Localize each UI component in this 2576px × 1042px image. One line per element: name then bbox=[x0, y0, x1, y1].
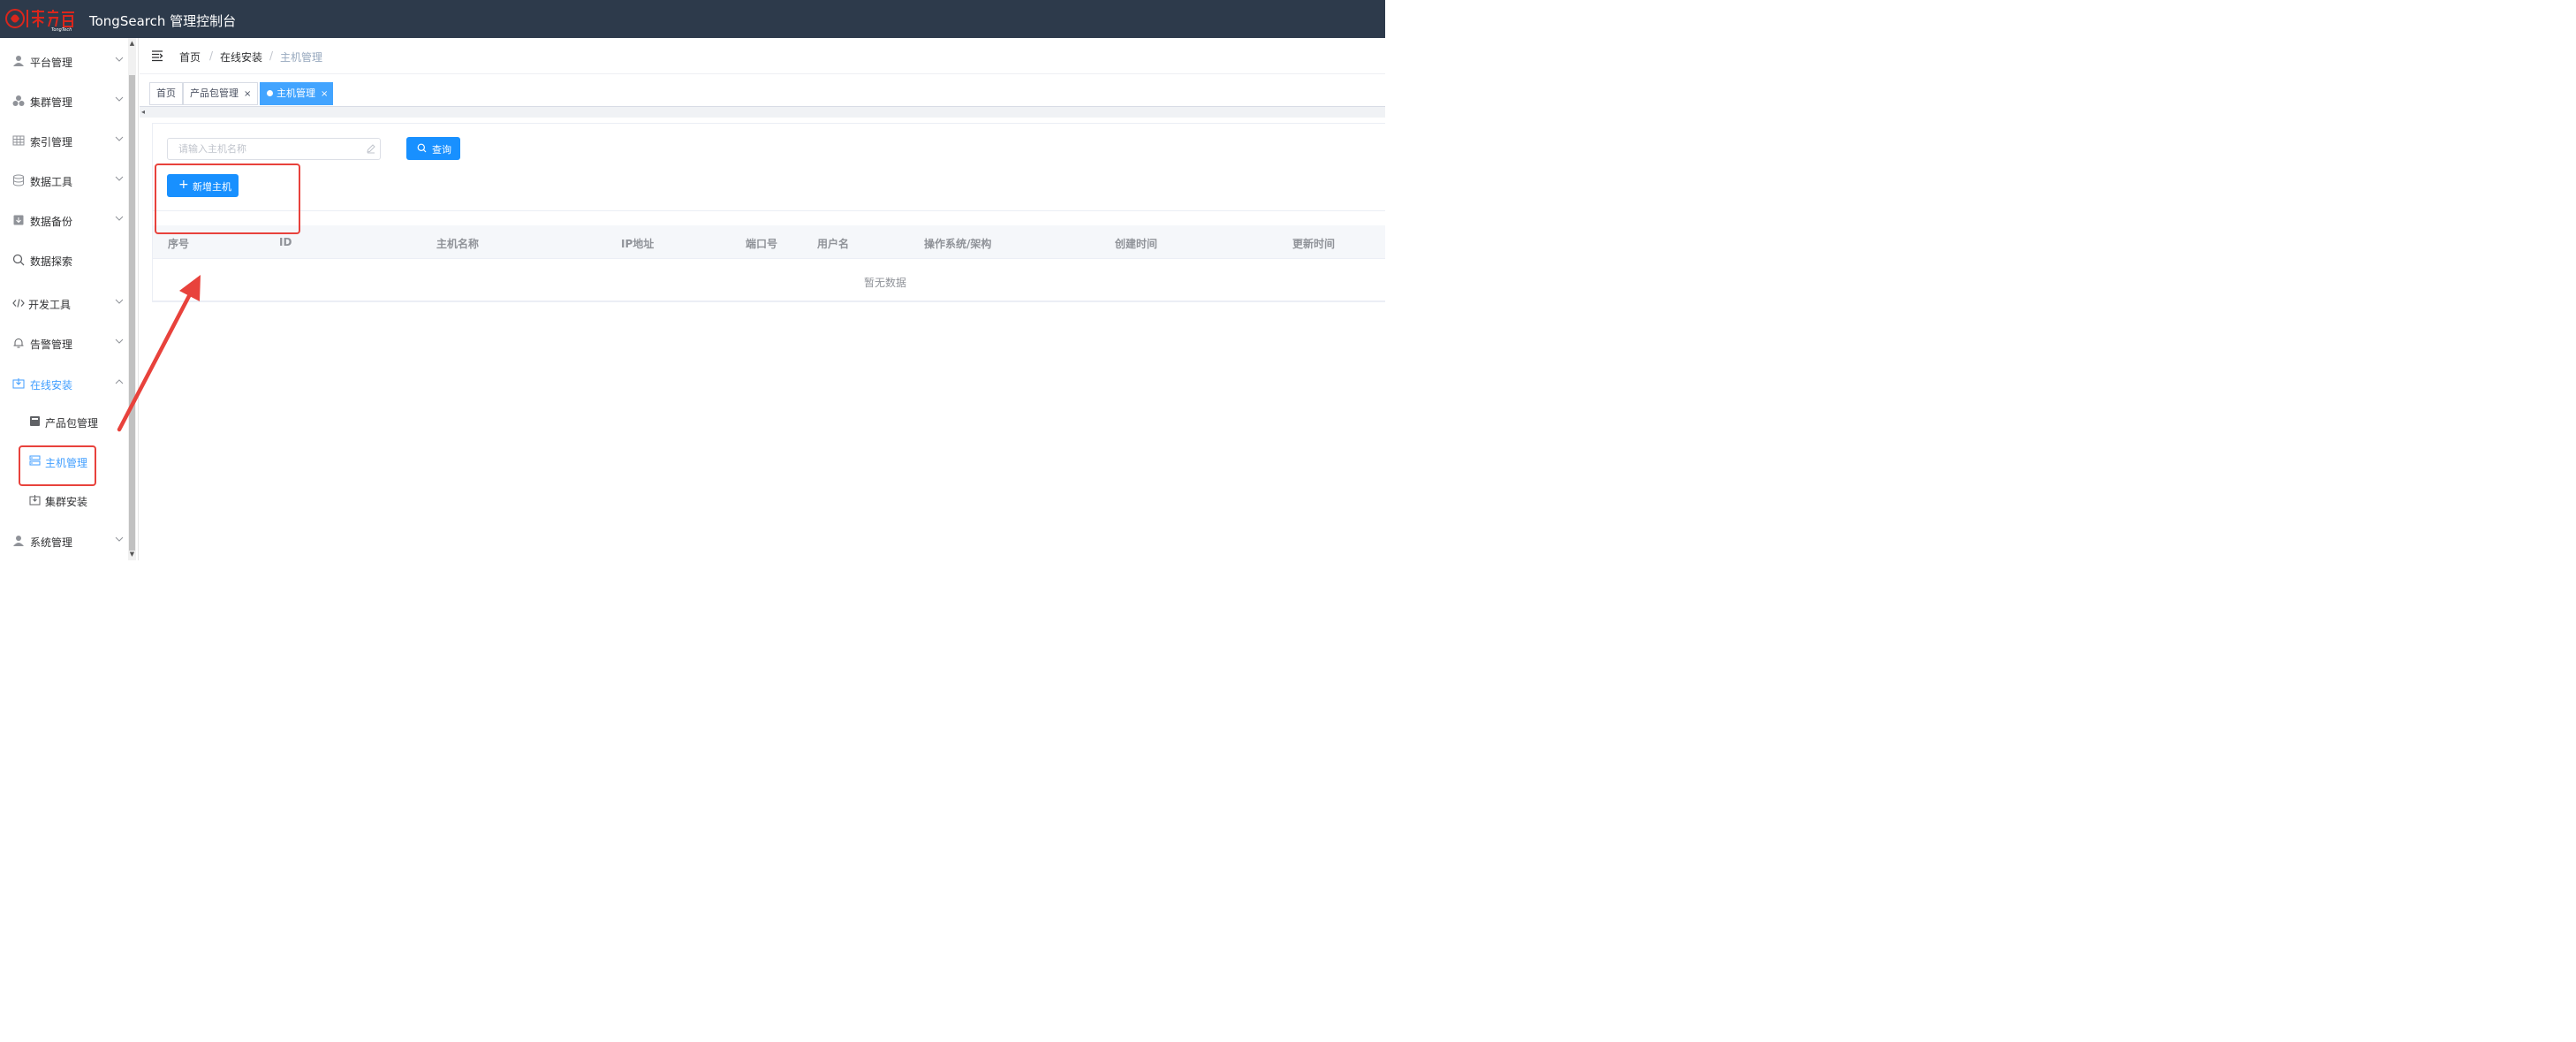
tag-label: 首页 bbox=[156, 87, 176, 99]
scroll-down-arrow-icon[interactable]: ▼ bbox=[128, 551, 136, 558]
breadcrumb-separator: / bbox=[209, 49, 214, 62]
add-host-button-label: 新增主机 bbox=[193, 181, 231, 193]
tag-label: 产品包管理 bbox=[190, 87, 239, 99]
sidebar-item-data-explore[interactable]: 数据探索 bbox=[0, 243, 128, 278]
database-icon bbox=[13, 174, 24, 186]
chevron-down-icon bbox=[115, 96, 124, 102]
tag-label: 主机管理 bbox=[277, 87, 315, 99]
sidebar-item-index[interactable]: 索引管理 bbox=[0, 124, 128, 159]
close-icon[interactable]: × bbox=[244, 89, 251, 99]
navbar: 首页 / 在线安装 / 主机管理 bbox=[140, 38, 1385, 74]
cluster-icon bbox=[12, 95, 25, 106]
table-bottom-border bbox=[153, 300, 1385, 301]
host-icon bbox=[29, 455, 41, 466]
column-header[interactable]: ID bbox=[279, 236, 292, 248]
search-icon bbox=[12, 254, 25, 266]
column-header[interactable]: 序号 bbox=[168, 236, 189, 251]
breadcrumb-separator: / bbox=[269, 49, 274, 62]
user-icon bbox=[13, 56, 24, 66]
breadcrumb-online-install[interactable]: 在线安装 bbox=[220, 49, 262, 65]
host-name-search-input[interactable] bbox=[168, 139, 345, 159]
scrollbar-thumb[interactable] bbox=[129, 75, 135, 551]
sidebar-item-label: 告警管理 bbox=[30, 338, 73, 351]
sidebar-item-label: 索引管理 bbox=[30, 136, 73, 148]
tags-view: 首页 产品包管理 × 主机管理 × bbox=[140, 75, 1385, 107]
chevron-down-icon bbox=[115, 136, 124, 141]
table-icon bbox=[12, 135, 25, 146]
column-header[interactable]: IP地址 bbox=[621, 236, 654, 251]
column-header[interactable]: 端口号 bbox=[746, 236, 777, 251]
sidebar: 平台管理 集群管理 索引管理 数据工具 数据备份 数据探索 开发工具 告警管理 bbox=[0, 38, 139, 560]
sidebar-item-data-tools[interactable]: 数据工具 bbox=[0, 164, 128, 199]
chevron-up-icon bbox=[115, 379, 124, 384]
close-icon[interactable]: × bbox=[321, 89, 328, 99]
chevron-down-icon bbox=[115, 176, 124, 181]
sidebar-item-label: 数据探索 bbox=[30, 255, 73, 268]
search-icon bbox=[417, 143, 427, 153]
sidebar-item-platform[interactable]: 平台管理 bbox=[0, 44, 128, 80]
tag-package-management[interactable]: 产品包管理 × bbox=[183, 82, 259, 105]
tag-home[interactable]: 首页 bbox=[149, 82, 183, 105]
column-header[interactable]: 主机名称 bbox=[436, 236, 479, 251]
user-icon bbox=[13, 536, 24, 546]
app-title: TongSearch 管理控制台 bbox=[89, 13, 237, 29]
sidebar-subitem-host[interactable]: 主机管理 bbox=[0, 445, 128, 480]
sidebar-item-system[interactable]: 系统管理 bbox=[0, 524, 128, 559]
download-box-icon bbox=[29, 495, 41, 506]
sidebar-item-dev-tools[interactable]: 开发工具 bbox=[0, 286, 128, 322]
archive-icon bbox=[13, 215, 24, 225]
add-host-button[interactable]: + 新增主机 bbox=[167, 174, 239, 197]
breadcrumb-current: 主机管理 bbox=[280, 51, 323, 64]
tag-host-management[interactable]: 主机管理 × bbox=[260, 82, 333, 105]
sidebar-subitem-label: 主机管理 bbox=[45, 457, 88, 469]
edit-icon bbox=[367, 144, 375, 154]
hamburger-icon[interactable] bbox=[151, 49, 163, 62]
sidebar-subitem-cluster-install[interactable]: 集群安装 bbox=[0, 483, 128, 519]
code-icon bbox=[12, 299, 25, 308]
tongtech-logo: TongTech bbox=[5, 9, 74, 32]
bell-icon bbox=[13, 338, 24, 348]
install-icon bbox=[12, 378, 25, 389]
content-top-strip: ◂ bbox=[140, 107, 1385, 118]
chevron-down-icon bbox=[115, 216, 124, 221]
sidebar-subitem-package[interactable]: 产品包管理 bbox=[0, 405, 128, 440]
svg-text:TongTech: TongTech bbox=[51, 27, 72, 32]
chevron-down-icon bbox=[115, 536, 124, 542]
query-button[interactable]: 查询 bbox=[406, 137, 460, 160]
caret-left-icon[interactable]: ◂ bbox=[141, 108, 145, 116]
sidebar-item-label: 开发工具 bbox=[28, 299, 72, 311]
column-header[interactable]: 创建时间 bbox=[1115, 236, 1157, 251]
chevron-down-icon bbox=[115, 299, 124, 304]
column-header[interactable]: 更新时间 bbox=[1292, 236, 1335, 251]
sidebar-item-label: 平台管理 bbox=[30, 57, 73, 69]
active-dot-icon bbox=[267, 90, 273, 96]
chevron-down-icon bbox=[115, 57, 124, 62]
sidebar-item-online-install[interactable]: 在线安装 bbox=[0, 367, 128, 402]
sidebar-item-label: 数据工具 bbox=[30, 176, 73, 188]
breadcrumb-home[interactable]: 首页 bbox=[179, 49, 201, 65]
sidebar-item-label: 集群管理 bbox=[30, 96, 73, 109]
sidebar-item-alerts[interactable]: 告警管理 bbox=[0, 326, 128, 361]
sidebar-item-label: 在线安装 bbox=[30, 379, 73, 392]
column-header[interactable]: 操作系统/架构 bbox=[924, 236, 991, 251]
package-icon bbox=[30, 416, 40, 426]
sidebar-scrollbar[interactable]: ▲ ▼ bbox=[128, 38, 136, 560]
sidebar-item-cluster[interactable]: 集群管理 bbox=[0, 84, 128, 119]
sidebar-subitem-label: 集群安装 bbox=[45, 496, 88, 508]
search-input-wrapper[interactable] bbox=[167, 138, 381, 160]
plus-icon: + bbox=[178, 178, 189, 192]
chevron-down-icon bbox=[115, 338, 124, 344]
table-empty-text: 暂无数据 bbox=[864, 277, 907, 289]
sidebar-item-data-backup[interactable]: 数据备份 bbox=[0, 203, 128, 239]
sidebar-item-label: 数据备份 bbox=[30, 216, 73, 228]
table-header: 序号 ID 主机名称 IP地址 端口号 用户名 操作系统/架构 创建时间 更新时… bbox=[153, 225, 1385, 259]
column-header[interactable]: 用户名 bbox=[817, 236, 849, 251]
top-header: TongTech TongSearch 管理控制台 bbox=[0, 0, 1385, 38]
toolbar-divider bbox=[153, 210, 1385, 211]
scroll-up-arrow-icon[interactable]: ▲ bbox=[128, 40, 136, 47]
query-button-label: 查询 bbox=[432, 144, 451, 156]
sidebar-subitem-label: 产品包管理 bbox=[45, 417, 99, 430]
sidebar-item-label: 系统管理 bbox=[30, 536, 73, 549]
